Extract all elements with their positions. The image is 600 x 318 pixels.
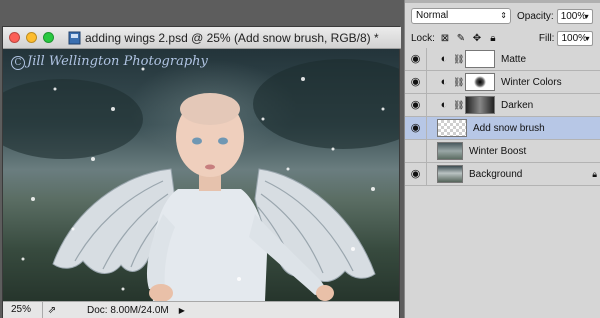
image-canvas[interactable]: C Jill Wellington Photography (3, 49, 399, 301)
lock-transparent-pixels-icon[interactable]: ⊠ (439, 33, 451, 44)
blend-mode-select[interactable]: Normal ⇕ (411, 8, 511, 24)
fill-field[interactable]: 100% ▾ (557, 30, 594, 46)
status-menu-arrow-icon[interactable]: ▶ (179, 306, 185, 315)
document-status-bar: 25% ⇗ Doc: 8.00M/24.0M ▶ (3, 301, 399, 318)
mask-link-icon[interactable]: ⛓ (453, 77, 464, 88)
layer-thumbnail[interactable] (437, 142, 463, 160)
mask-link-icon[interactable]: ⛓ (453, 100, 464, 111)
watermark-text: Jill Wellington Photography (27, 54, 208, 69)
layer-row-matte[interactable]: ◉ ◐ ⛓ Matte (405, 48, 600, 71)
visibility-toggle-empty[interactable]: ◉ (405, 140, 427, 162)
fill-label: Fill: (538, 32, 555, 44)
layer-row-winter-boost[interactable]: ◉ Winter Boost (405, 140, 600, 163)
lock-image-pixels-icon[interactable]: ✎ (455, 33, 467, 44)
layer-row-darken[interactable]: ◉ ◐ ⛓ Darken (405, 94, 600, 117)
document-title-bar[interactable]: adding wings 2.psd @ 25% (Add snow brush… (3, 27, 401, 49)
document-title: adding wings 2.psd @ 25% (Add snow brush… (85, 30, 379, 45)
visibility-eye-icon[interactable]: ◉ (405, 94, 427, 116)
zoom-window-button[interactable] (43, 32, 54, 43)
chevron-updown-icon: ⇕ (500, 11, 507, 20)
visibility-eye-icon[interactable]: ◉ (405, 117, 427, 139)
canvas-photo (3, 59, 399, 301)
panel-top-strip (405, 0, 600, 3)
document-window[interactable]: adding wings 2.psd @ 25% (Add snow brush… (2, 26, 401, 318)
layer-row-winter-colors[interactable]: ◉ ◐ ⛓ Winter Colors (405, 71, 600, 94)
visibility-eye-icon[interactable]: ◉ (405, 48, 427, 70)
layer-row-background[interactable]: ◉ Background 🔒︎ (405, 163, 600, 186)
layer-name: Add snow brush (473, 122, 545, 134)
adjustment-layer-icon: ◐ (440, 76, 448, 88)
layers-panel: Normal ⇕ Opacity: 100% ▾ Lock: ⊠ ✎ ✥ 🔒︎ … (404, 0, 600, 318)
document-size-info: Doc: 8.00M/24.0M (87, 304, 169, 316)
visibility-eye-icon[interactable]: ◉ (405, 71, 427, 93)
close-window-button[interactable] (9, 32, 20, 43)
lock-options-row: Lock: ⊠ ✎ ✥ 🔒︎ Fill: 100% ▾ (411, 30, 597, 46)
lock-all-icon[interactable]: 🔒︎ (487, 33, 499, 44)
layer-thumbnail[interactable] (437, 165, 463, 183)
photographer-watermark: C Jill Wellington Photography (11, 54, 208, 70)
layer-row-add-snow-brush[interactable]: ◉ Add snow brush (405, 117, 600, 140)
layer-mask-thumbnail[interactable] (465, 73, 495, 91)
blend-mode-value: Normal (416, 10, 449, 21)
layer-name: Darken (501, 99, 534, 111)
blend-options-row: Normal ⇕ Opacity: 100% ▾ (411, 8, 597, 24)
layer-name: Matte (501, 53, 527, 65)
layer-mask-thumbnail[interactable] (465, 96, 495, 114)
opacity-value: 100% (560, 10, 587, 22)
layer-name: Winter Colors (501, 76, 562, 88)
lock-label: Lock: (411, 32, 435, 44)
layers-list: ◉ ◐ ⛓ Matte ◉ ◐ ⛓ Winter Colors ◉ ◐ ⛓ Da… (405, 48, 600, 186)
psd-file-icon (68, 31, 81, 44)
layer-lock-icon: 🔒︎ (592, 168, 597, 179)
minimize-window-button[interactable] (26, 32, 37, 43)
layer-name: Background (469, 168, 523, 180)
fill-dropdown-icon[interactable]: ▾ (585, 32, 589, 45)
mask-link-icon[interactable]: ⛓ (453, 54, 464, 65)
opacity-dropdown-icon[interactable]: ▾ (585, 10, 589, 23)
layer-mask-thumbnail[interactable] (465, 50, 495, 68)
zoom-level-field[interactable]: 25% (3, 302, 43, 318)
adjustment-layer-icon: ◐ (440, 99, 448, 111)
layer-thumbnail[interactable] (437, 119, 467, 137)
opacity-label: Opacity: (517, 10, 554, 22)
opacity-field[interactable]: 100% ▾ (556, 8, 593, 24)
share-export-icon[interactable]: ⇗ (43, 305, 61, 316)
copyright-icon: C (11, 56, 25, 70)
lock-position-icon[interactable]: ✥ (471, 33, 483, 44)
adjustment-layer-icon: ◐ (440, 53, 448, 65)
visibility-eye-icon[interactable]: ◉ (405, 163, 427, 185)
fill-value: 100% (561, 32, 588, 44)
layer-name: Winter Boost (469, 145, 527, 157)
